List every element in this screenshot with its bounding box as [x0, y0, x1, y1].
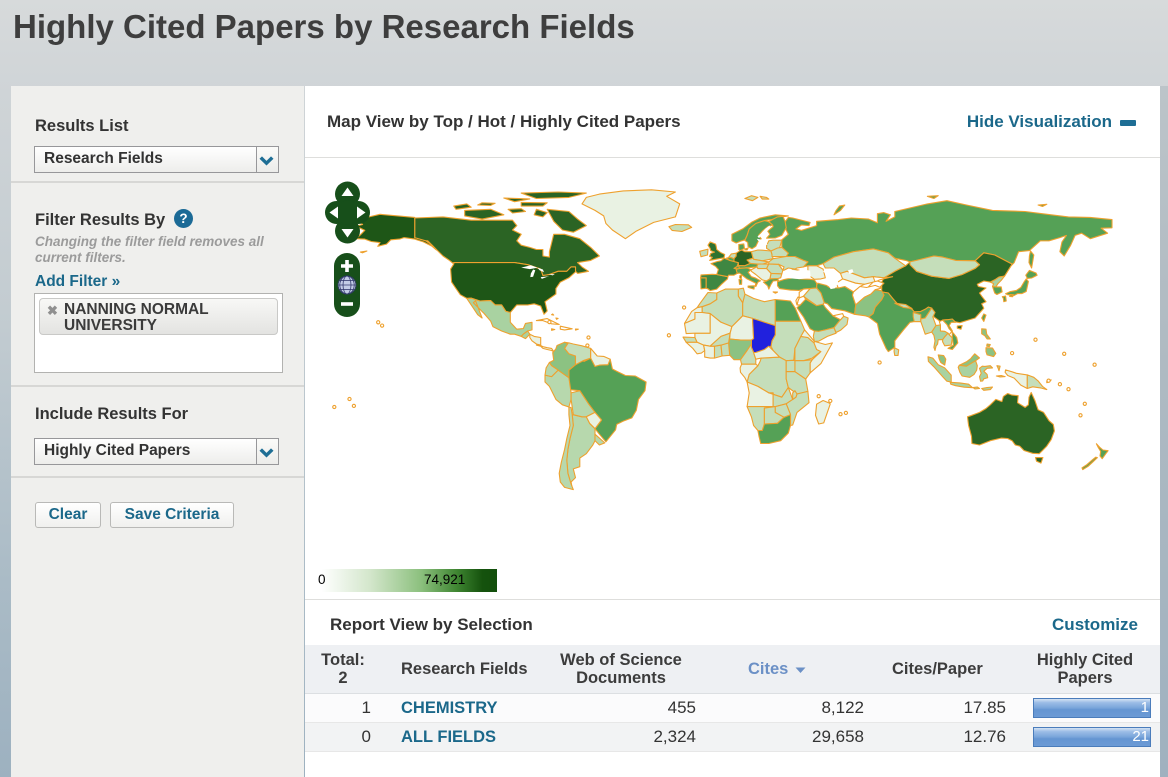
svg-text:?: ?: [179, 211, 187, 226]
